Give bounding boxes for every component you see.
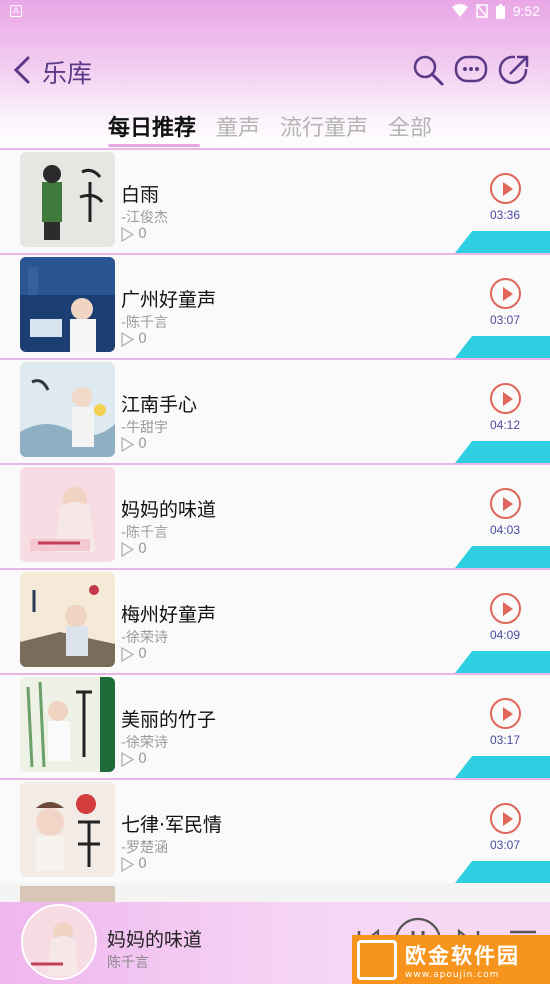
site-watermark: 欧金软件园 www.apoujin.com bbox=[352, 935, 550, 984]
song-row[interactable]: 广州好童声 -陈千言 0 03:07 bbox=[0, 253, 550, 358]
play-button[interactable] bbox=[490, 383, 521, 414]
song-artist: -徐荣诗 bbox=[121, 630, 169, 646]
song-artist: -罗楚涵 bbox=[121, 840, 169, 856]
album-cover bbox=[20, 257, 115, 352]
song-title: 七律·军民情 bbox=[121, 814, 223, 836]
play-count-value: 0 bbox=[138, 751, 147, 767]
song-row[interactable]: 妈妈的味道 -陈千言 0 04:03 bbox=[0, 463, 550, 568]
play-count-icon bbox=[121, 541, 134, 557]
song-title: 白雨 bbox=[121, 184, 160, 206]
play-count-icon bbox=[121, 226, 134, 242]
play-count: 0 bbox=[121, 751, 147, 767]
watermark-url: www.apoujin.com bbox=[405, 969, 500, 980]
song-artist: -陈千言 bbox=[121, 525, 169, 541]
play-button[interactable] bbox=[490, 173, 521, 204]
row-accent-decoration bbox=[455, 756, 550, 778]
song-title: 美丽的竹子 bbox=[121, 709, 217, 731]
album-cover bbox=[20, 782, 115, 877]
page-title: 乐库 bbox=[42, 59, 93, 88]
play-count: 0 bbox=[121, 541, 147, 557]
song-artist: -江俊杰 bbox=[121, 210, 169, 226]
song-duration: 04:03 bbox=[490, 523, 521, 537]
play-button[interactable] bbox=[490, 698, 521, 729]
play-count: 0 bbox=[121, 226, 147, 242]
song-row[interactable]: 白雨 -江俊杰 0 03:36 bbox=[0, 148, 550, 253]
app-notification-icon: A bbox=[10, 5, 22, 17]
album-cover bbox=[20, 152, 115, 247]
watermark-logo-icon bbox=[357, 939, 397, 980]
song-row[interactable]: 七律·军民情 -罗楚涵 0 03:07 bbox=[0, 778, 550, 883]
play-count-value: 0 bbox=[138, 226, 147, 242]
status-bar: A 9:52 bbox=[0, 0, 550, 24]
album-cover bbox=[20, 467, 115, 562]
album-cover bbox=[20, 677, 115, 772]
active-tab-indicator bbox=[108, 144, 200, 147]
row-accent-decoration bbox=[455, 861, 550, 883]
play-count: 0 bbox=[121, 856, 147, 872]
next-row-cover-peek bbox=[20, 886, 115, 902]
tab-pop-children-voice[interactable]: 流行童声 bbox=[280, 110, 368, 150]
search-icon[interactable] bbox=[410, 52, 446, 88]
play-button[interactable] bbox=[490, 278, 521, 309]
song-list: 白雨 -江俊杰 0 03:36 广州好童声 -陈千言 0 03:07 江南手心 … bbox=[0, 148, 550, 883]
play-count-icon bbox=[121, 856, 134, 872]
message-icon[interactable] bbox=[453, 52, 489, 88]
song-title: 江南手心 bbox=[121, 394, 198, 416]
song-duration: 03:07 bbox=[490, 838, 521, 852]
watermark-title: 欧金软件园 bbox=[405, 943, 520, 968]
song-title: 妈妈的味道 bbox=[121, 499, 217, 521]
row-accent-decoration bbox=[455, 231, 550, 253]
album-cover bbox=[20, 572, 115, 667]
now-playing-artist: 陈千言 bbox=[107, 955, 149, 971]
song-row[interactable]: 美丽的竹子 -徐荣诗 0 03:17 bbox=[0, 673, 550, 778]
tab-all[interactable]: 全部 bbox=[388, 110, 432, 150]
row-accent-decoration bbox=[455, 441, 550, 463]
play-count-icon bbox=[121, 646, 134, 662]
row-accent-decoration bbox=[455, 336, 550, 358]
song-duration: 04:12 bbox=[490, 418, 521, 432]
clock: 9:52 bbox=[512, 3, 540, 19]
play-count: 0 bbox=[121, 646, 147, 662]
wifi-icon bbox=[451, 4, 468, 17]
play-count-value: 0 bbox=[138, 436, 147, 452]
play-count-icon bbox=[121, 331, 134, 347]
tab-children-voice[interactable]: 童声 bbox=[216, 110, 260, 150]
song-title: 广州好童声 bbox=[121, 289, 217, 311]
play-count: 0 bbox=[121, 436, 147, 452]
play-button[interactable] bbox=[490, 803, 521, 834]
song-duration: 03:17 bbox=[490, 733, 521, 747]
battery-icon bbox=[495, 3, 505, 19]
play-button[interactable] bbox=[490, 593, 521, 624]
now-playing-cover[interactable] bbox=[21, 904, 97, 980]
song-artist: -陈千言 bbox=[121, 315, 169, 331]
play-count: 0 bbox=[121, 331, 147, 347]
song-duration: 04:09 bbox=[490, 628, 521, 642]
play-count-value: 0 bbox=[138, 856, 147, 872]
now-playing-title: 妈妈的味道 bbox=[107, 929, 203, 951]
song-title: 梅州好童声 bbox=[121, 604, 217, 626]
song-row[interactable]: 江南手心 -牛甜宇 0 04:12 bbox=[0, 358, 550, 463]
signal-off-icon bbox=[476, 4, 488, 18]
play-count-icon bbox=[121, 436, 134, 452]
play-count-icon bbox=[121, 751, 134, 767]
play-count-value: 0 bbox=[138, 331, 147, 347]
play-count-value: 0 bbox=[138, 541, 147, 557]
play-count-value: 0 bbox=[138, 646, 147, 662]
song-row[interactable]: 梅州好童声 -徐荣诗 0 04:09 bbox=[0, 568, 550, 673]
back-icon[interactable] bbox=[10, 54, 34, 86]
song-artist: -牛甜宇 bbox=[121, 420, 169, 436]
row-accent-decoration bbox=[455, 546, 550, 568]
song-duration: 03:36 bbox=[490, 208, 521, 222]
song-duration: 03:07 bbox=[490, 313, 521, 327]
top-bar: 乐库 bbox=[0, 48, 550, 92]
song-artist: -徐荣诗 bbox=[121, 735, 169, 751]
album-cover bbox=[20, 362, 115, 457]
share-icon[interactable] bbox=[496, 52, 532, 88]
play-button[interactable] bbox=[490, 488, 521, 519]
row-accent-decoration bbox=[455, 651, 550, 673]
